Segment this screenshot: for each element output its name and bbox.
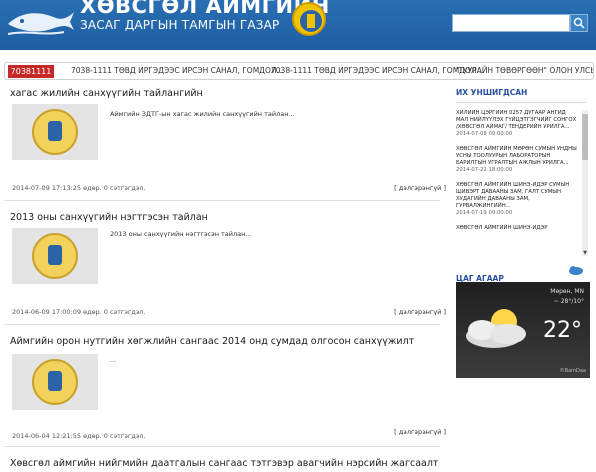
article-list: хагас жилийн санхүүгийн тайлангийн Аймги… (4, 84, 450, 472)
popular-item-date: 2014-07-08 09:00:00 (456, 131, 513, 137)
article-snippet: Аймгийн ЗДТГ-ын хагас жилийн санхүүгийн … (110, 110, 295, 118)
article-title[interactable]: 2013 оны санхүүгийн нэгтгэсэн тайлан (10, 212, 208, 223)
popular-item[interactable]: ХӨВСГӨЛ АЙМГИЙН ШИНЭ-ИДЭР (456, 225, 578, 232)
article-title[interactable]: Аймгийн орон нутгийн хөгжлийн сангаас 20… (10, 336, 414, 347)
fish-logo-icon (7, 12, 74, 35)
site-header: ХӨВСГӨЛ АЙМГИЙН ЗАСАГ ДАРГЫН ТАМГЫН ГАЗА… (0, 0, 596, 50)
ticker-item[interactable]: "ТУУРАЙН ТӨВӨРГӨӨН" ОЛОН УЛСЫ (455, 66, 593, 75)
sidebar: ИХ УНШИГДСАН ХИЛИЙН ЦЭРГИЙН 0257 ДУГААР … (456, 84, 590, 472)
article-title[interactable]: хагас жилийн санхүүгийн тайлангийн (10, 88, 203, 99)
seal-icon (32, 109, 78, 155)
search-input[interactable] (452, 14, 570, 32)
ticker-item[interactable]: 7038-1111 ТӨВД ИРГЭДЭЭС ИРСЭН САНАЛ, ГОМ… (271, 66, 484, 75)
popular-item[interactable]: ХӨВСГӨЛ АЙМГИЙН ШИНЭ-ИДЭР СУМЫН ШИВЭРТ Д… (456, 182, 578, 217)
cloud-icon (569, 266, 583, 275)
read-more-link[interactable]: [ дэлгэрэнгүй ] (394, 428, 446, 436)
popular-scrollbar[interactable]: ▼ (582, 110, 588, 256)
ticker-item[interactable]: 7038-1111 ТӨВД ИРГЭДЭЭС ИРСЭН САНАЛ, ГОМ… (71, 66, 284, 75)
popular-item-title[interactable]: ХӨВСГӨЛ АЙМГИЙН ШИНЭ-ИДЭР (456, 225, 578, 232)
article-item: Аймгийн орон нутгийн хөгжлийн сангаас 20… (10, 336, 446, 446)
divider (4, 200, 440, 201)
popular-item[interactable]: ХӨВСГӨЛ АЙМГИЙН МӨРӨН СУМЫН УНДНЫ УСНЫ Т… (456, 146, 578, 174)
weather-widget[interactable]: Мөрөн, MN ~ 28°/10° 22° ©BamDaa (456, 282, 590, 378)
scrollbar-thumb[interactable] (582, 114, 588, 160)
seal-icon (32, 359, 78, 405)
scroll-down-icon[interactable]: ▼ (582, 250, 588, 256)
article-item: 2013 оны санхүүгийн нэгтгэсэн тайлан 201… (10, 212, 446, 322)
article-thumbnail[interactable] (12, 354, 98, 410)
sun-cloud-icon (466, 309, 526, 348)
popular-item-title[interactable]: ХӨВСГӨЛ АЙМГИЙН МӨРӨН СУМЫН УНДНЫ УСНЫ Т… (456, 146, 578, 167)
seal-icon (32, 233, 78, 279)
divider (4, 324, 440, 325)
article-item: Хөвсгөл аймгийн нийгмийн даатгалын санга… (10, 458, 446, 472)
popular-item-title[interactable]: ХИЛИЙН ЦЭРГИЙН 0257 ДУГААР АНГИД МАЛ НИЙ… (456, 110, 578, 131)
article-snippet: ... (110, 356, 117, 364)
weather-range: ~ 28°/10° (553, 298, 584, 305)
popular-item-date: 2014-07-19 09:00:00 (456, 210, 513, 216)
read-more-link[interactable]: [ дэлгэрэнгүй ] (394, 184, 446, 192)
article-title[interactable]: Хөвсгөл аймгийн нийгмийн даатгалын санга… (10, 458, 438, 469)
read-more-link[interactable]: [ дэлгэрэнгүй ] (394, 308, 446, 316)
weather-city: Мөрөн, MN (550, 288, 584, 295)
search-button[interactable] (570, 14, 588, 32)
article-snippet: 2013 оны санхүүгийн нэгтгэсэн тайлан... (110, 230, 252, 238)
article-meta: 2014-07-09 17:13:25 өдөр. 0 сэтгэгдэл. (12, 184, 146, 192)
search-icon (573, 17, 585, 29)
article-item: хагас жилийн санхүүгийн тайлангийн Аймги… (10, 88, 446, 198)
weather-temperature: 22° (543, 318, 582, 343)
hotline-badge: 70381111 (8, 65, 54, 78)
article-meta: 2014-06-09 17:00:09 өдөр. 0 сэтгэгдэл. (12, 308, 146, 316)
popular-item-title[interactable]: ХӨВСГӨЛ АЙМГИЙН ШИНЭ-ИДЭР СУМЫН ШИВЭРТ Д… (456, 182, 578, 210)
article-meta: 2014-06-04 12:21:55 өдөр. 0 сэтгэгдэл. (12, 432, 146, 440)
popular-item-date: 2014-07-22 18:00:00 (456, 167, 513, 173)
popular-heading: ИХ УНШИГДСАН (456, 88, 528, 97)
popular-item[interactable]: ХИЛИЙН ЦЭРГИЙН 0257 ДУГААР АНГИД МАЛ НИЙ… (456, 110, 578, 138)
weather-credit: ©BamDaa (559, 368, 586, 374)
site-subtitle: ЗАСАГ ДАРГЫН ТАМГЫН ГАЗАР (80, 18, 280, 32)
article-thumbnail[interactable] (12, 228, 98, 284)
news-ticker: 70381111 7038-1111 ТӨВД ИРГЭДЭЭС ИРСЭН С… (4, 62, 594, 80)
state-emblem-icon (292, 2, 326, 36)
divider (456, 102, 586, 103)
popular-list: ХИЛИЙН ЦЭРГИЙН 0257 ДУГААР АНГИД МАЛ НИЙ… (456, 110, 578, 256)
article-thumbnail[interactable] (12, 104, 98, 160)
divider (4, 446, 440, 447)
